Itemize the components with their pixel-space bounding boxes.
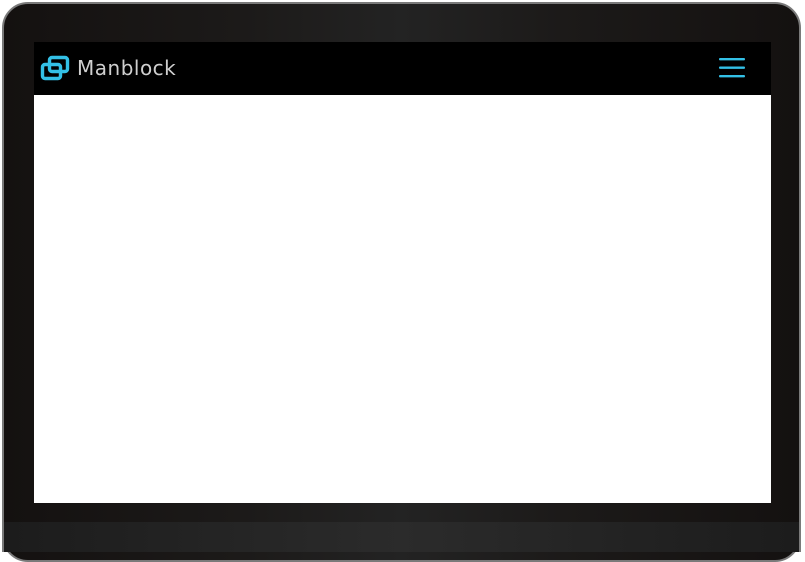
device-bottom-bezel: [2, 522, 801, 552]
brand-name: Manblock: [77, 56, 177, 80]
hamburger-menu-icon: [716, 55, 748, 81]
top-navbar: Manblock: [34, 42, 771, 95]
brand[interactable]: Manblock: [40, 55, 176, 81]
device-screen: Manblock: [34, 42, 771, 503]
linked-blocks-logo-icon: [40, 55, 70, 81]
hamburger-menu-button[interactable]: [716, 55, 748, 81]
main-content-area: [34, 95, 771, 503]
